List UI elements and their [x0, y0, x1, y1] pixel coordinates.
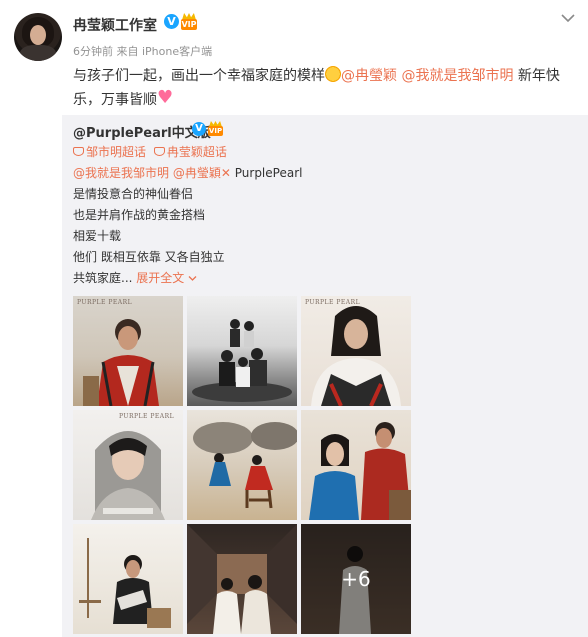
expand-full-text-button[interactable]: 展开全文	[136, 271, 197, 285]
topic-row: 邹市明超话 冉莹颖超话	[73, 142, 573, 163]
repost-username[interactable]: @PurplePearl中文版	[73, 122, 211, 141]
chevron-down-icon[interactable]	[560, 12, 576, 24]
repost-line: 他们 既相互依靠 又各自独立	[73, 250, 225, 264]
photo-thumbnail[interactable]: PURPLE PEARL	[73, 410, 183, 520]
smile-emoji	[325, 66, 341, 82]
repost-mention-zou[interactable]: @我就是我邹市明	[73, 166, 169, 180]
photo-thumbnail[interactable]	[73, 524, 183, 634]
repost-verified-icon: V	[192, 122, 206, 136]
more-photos-overlay[interactable]: +6	[301, 524, 411, 634]
post-content: 与孩子们一起，画出一个幸福家庭的模样 @冉瑩颖 @我就是我邹市明 新年快乐，万事皆…	[73, 64, 573, 112]
repost-mention-ran[interactable]: @冉瑩穎	[173, 166, 221, 180]
photo-thumbnail[interactable]	[301, 410, 411, 520]
topic-zou[interactable]: 邹市明超话	[73, 142, 146, 163]
repost-line-last: 共筑家庭... 展开全文	[73, 268, 573, 289]
photo-thumbnail[interactable]: PURPLE PEARL	[73, 296, 183, 406]
post-timestamp[interactable]: 6分钟前	[73, 45, 113, 58]
repost-line: 也是并肩作战的黄金搭档	[73, 208, 206, 222]
repost-text: 邹市明超话 冉莹颖超话 @我就是我邹市明 @冉瑩穎✕ PurplePearl 是…	[73, 142, 573, 289]
post-username[interactable]: 冉莹颖工作室	[73, 15, 157, 35]
topic-ran[interactable]: 冉莹颖超话	[153, 142, 227, 163]
super-topic-icon	[153, 147, 165, 156]
chevron-down-icon	[188, 276, 197, 281]
photo-thumbnail[interactable]	[187, 410, 297, 520]
vip-label: VIP	[181, 19, 197, 30]
repost-mention-tail: PurplePearl	[234, 166, 303, 180]
repost-card: @PurplePearl中文版 V VIP 邹市明超话 冉莹颖超话 @我就是我邹…	[62, 115, 588, 637]
watermark: PURPLE PEARL	[119, 413, 175, 420]
weibo-post: 冉莹颖工作室 V VIP 6分钟前 来自 iPhone客户端 与孩子们一起，画出…	[0, 0, 588, 637]
watermark: PURPLE PEARL	[77, 299, 133, 306]
repost-vip-label: VIP	[208, 126, 223, 136]
photo-thumbnail[interactable]: +6	[301, 524, 411, 634]
super-topic-icon	[73, 147, 84, 156]
mention-zou[interactable]: @我就是我邹市明	[401, 68, 513, 84]
repost-vip-icon: VIP	[208, 121, 223, 137]
mention-row: @我就是我邹市明 @冉瑩穎✕ PurplePearl	[73, 166, 303, 180]
post-source: 来自 iPhone客户端	[116, 45, 213, 58]
photo-thumbnail[interactable]	[187, 296, 297, 406]
photo-thumbnail[interactable]	[187, 524, 297, 634]
vip-icon: VIP	[181, 13, 197, 30]
photo-thumbnail[interactable]: PURPLE PEARL	[301, 296, 411, 406]
repost-line: 是情投意合的神仙眷侣	[73, 187, 194, 201]
watermark: PURPLE PEARL	[305, 299, 361, 306]
avatar[interactable]	[14, 13, 62, 61]
post-meta: 6分钟前 来自 iPhone客户端	[73, 43, 212, 59]
repost-line: 相爱十载	[73, 229, 122, 243]
mention-ran[interactable]: @冉瑩颖	[341, 68, 397, 84]
heart-emoji	[157, 86, 173, 110]
post-text-before: 与孩子们一起，画出一个幸福家庭的模样	[73, 68, 325, 84]
verified-icon: V	[164, 14, 179, 29]
